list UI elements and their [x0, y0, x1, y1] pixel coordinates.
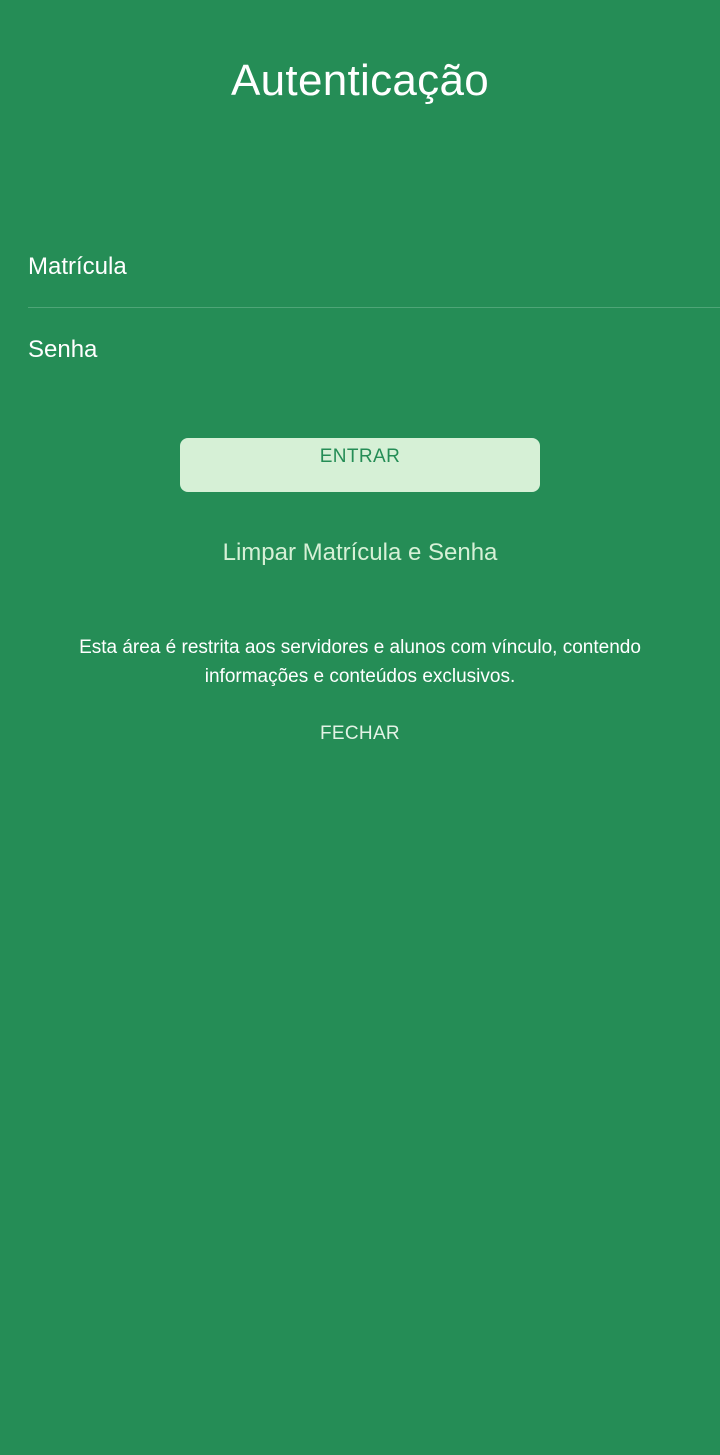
matricula-input[interactable] [28, 239, 720, 295]
restricted-area-notice: Esta área é restrita aos servidores e al… [79, 637, 641, 687]
senha-input[interactable] [28, 322, 720, 378]
clear-credentials-button[interactable]: Limpar Matrícula e Senha [0, 536, 720, 570]
close-button[interactable]: FECHAR [0, 720, 720, 748]
page-title: Autenticação [231, 56, 489, 105]
login-button[interactable]: ENTRAR [180, 438, 540, 492]
senha-field[interactable] [28, 322, 720, 378]
authentication-screen: Autenticação ENTRAR Limpar Matrícula e S… [0, 0, 720, 1455]
matricula-field[interactable] [28, 239, 720, 295]
field-divider [28, 307, 720, 308]
